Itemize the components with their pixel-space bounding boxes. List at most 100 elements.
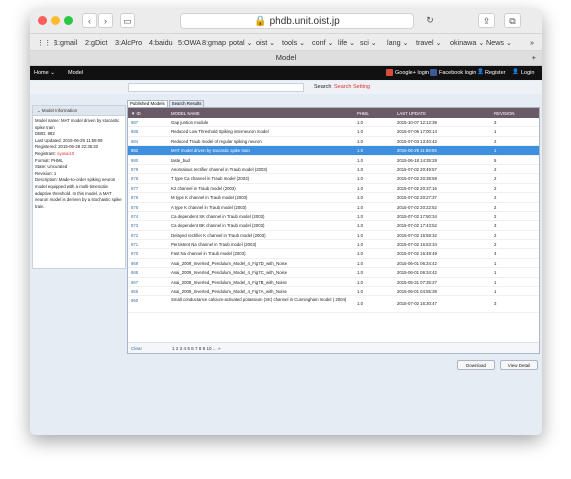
table-row[interactable]: 879 Anomalous rectifier channel in Traub … — [128, 165, 539, 175]
col-phml-header[interactable]: PHML — [357, 111, 369, 116]
table-row[interactable]: 880 taste_bud 1.0 2015-06-18 14:35:28 5 — [128, 156, 539, 165]
id-cell[interactable]: 878 — [131, 176, 138, 181]
login-link[interactable]: Login — [521, 70, 534, 76]
id-cell[interactable]: 869 — [131, 261, 138, 266]
id-cell[interactable]: 887 — [131, 120, 138, 125]
table-row[interactable]: 869 Asai_2009_Inverted_Pendulum_Model_4_F… — [128, 259, 539, 269]
table-row[interactable]: 878 T type Ca channel in Traub model (200… — [128, 174, 539, 184]
register-link[interactable]: Register — [485, 70, 505, 76]
facebook-login-link[interactable]: Facebook login — [439, 70, 476, 76]
zoom-window-button[interactable] — [64, 16, 73, 25]
id-cell[interactable]: 884 — [131, 139, 138, 144]
bookmark-item[interactable]: lang ⌄ — [387, 38, 409, 47]
col-id-header[interactable]: ▼ ID — [131, 111, 141, 116]
tab-model[interactable]: Model + — [30, 51, 542, 66]
search-input[interactable] — [128, 83, 304, 92]
table-row[interactable]: 867 Asai_2009_Inverted_Pendulum_Model_4_F… — [128, 278, 539, 288]
google-login-link[interactable]: Google+ login — [395, 70, 429, 76]
back-button[interactable]: ‹ — [82, 13, 97, 28]
revision-cell: 4 — [494, 251, 497, 257]
bookmark-item[interactable]: potal ⌄ — [229, 38, 253, 47]
bookmark-item[interactable]: tools ⌄ — [282, 38, 305, 47]
table-row[interactable]: 875 A type K channel in Traub model (2003… — [128, 203, 539, 212]
view-detail-button[interactable]: View Detail — [500, 360, 538, 370]
bookmark-item[interactable]: travel ⌄ — [416, 38, 442, 47]
id-cell[interactable]: 875 — [131, 205, 138, 210]
id-cell[interactable]: 870 — [131, 251, 138, 256]
table-row[interactable]: 885 Reduced Low Threshold Spiking interne… — [128, 127, 539, 137]
id-cell[interactable]: 872 — [131, 233, 138, 238]
bookmark-item[interactable]: 4:baidu — [149, 38, 173, 47]
col-name-header[interactable]: MODEL NAME — [171, 111, 200, 116]
table-row[interactable]: 876 M type K channel in Traub model (2003… — [128, 193, 539, 203]
id-cell[interactable]: 877 — [131, 186, 138, 191]
bookmark-item[interactable]: okinawa ⌄ — [450, 38, 484, 47]
tab-published-models[interactable]: Published Models — [127, 100, 168, 107]
name-cell: T type Ca channel in Traub model (2003) — [171, 176, 250, 182]
nav-home[interactable]: Home ⌄ — [34, 70, 55, 76]
bookmark-item[interactable]: News ⌄ — [486, 38, 512, 47]
tabs-overview-icon[interactable]: ⧉ — [504, 13, 521, 28]
id-cell[interactable]: 860 — [131, 298, 138, 303]
bookmark-item[interactable]: 3:AlcPro — [115, 38, 142, 47]
login-user-icon: 👤 — [512, 69, 519, 75]
bookmark-item[interactable]: conf ⌄ — [312, 38, 334, 47]
bookmark-item[interactable]: oist ⌄ — [256, 38, 275, 47]
clear-link[interactable]: Clear — [131, 346, 142, 351]
search-button[interactable]: Search — [314, 84, 331, 90]
id-cell[interactable]: 885 — [131, 129, 138, 134]
close-window-button[interactable] — [38, 16, 47, 25]
bookmark-item[interactable]: 1:gmail — [54, 38, 77, 47]
more-bookmarks-icon[interactable]: » — [530, 38, 534, 47]
tab-title: Model — [275, 53, 297, 62]
id-cell[interactable]: 880 — [131, 158, 138, 163]
revision-cell: 1 — [494, 279, 497, 285]
sidebar-toggle-icon[interactable]: ▭ — [120, 13, 135, 28]
id-cell[interactable]: 866 — [131, 289, 138, 294]
model-info-header[interactable]: ⌄ Model Information — [33, 106, 125, 116]
bookmark-item[interactable]: 5:OWA — [178, 38, 201, 47]
new-tab-icon[interactable]: + — [532, 51, 536, 65]
search-setting-link[interactable]: Search Setting — [334, 84, 370, 90]
id-cell[interactable]: 879 — [131, 167, 138, 172]
bookmark-item[interactable]: sci ⌄ — [360, 38, 377, 47]
download-button[interactable]: Download — [457, 360, 495, 370]
pagination[interactable]: 1 2 3 4 5 6 7 8 9 10 ... » — [172, 346, 221, 351]
name-cell: Anomalous rectifier channel in Traub mod… — [171, 166, 268, 172]
tab-search-results[interactable]: Search Results — [168, 100, 205, 107]
forward-button[interactable]: › — [98, 13, 113, 28]
table-row[interactable]: 860 Small conductance calcium-activated p… — [128, 296, 539, 314]
id-cell[interactable]: 882 — [131, 148, 138, 153]
minimize-window-button[interactable] — [51, 16, 60, 25]
id-cell[interactable]: 874 — [131, 214, 138, 219]
nav-model[interactable]: Model — [68, 70, 83, 76]
col-revision-header[interactable]: REVISION — [494, 111, 515, 116]
bookmark-item[interactable]: 2:gDict — [85, 38, 107, 47]
bookmark-item[interactable]: life ⌄ — [338, 38, 355, 47]
table-row[interactable]: 870 Fast Na channel in Traub model (2003)… — [128, 249, 539, 259]
id-cell[interactable]: 876 — [131, 195, 138, 200]
registrant-link[interactable]: oyasai10 — [57, 151, 74, 156]
reload-icon[interactable]: ↻ — [422, 13, 438, 28]
table-row[interactable]: 887 Gap juntion module 1.0 2015-10-07 12:12… — [128, 118, 539, 128]
site-nav-bar: Home ⌄ Model Google+ login Facebook logi… — [30, 66, 542, 80]
table-row[interactable]: 884 Reduced Traub model of regular spikin… — [128, 137, 539, 147]
collapse-icon[interactable]: ⌄ — [37, 108, 41, 113]
bookmark-item[interactable]: 8:gmap — [202, 38, 226, 47]
share-icon[interactable]: ⇪ — [478, 13, 495, 28]
name-cell: Small conductance calcium-activated pota… — [171, 297, 347, 303]
table-row[interactable]: 871 Persistent Na channel in Traub model … — [128, 240, 539, 250]
id-cell[interactable]: 871 — [131, 242, 138, 247]
table-row[interactable]: 877 K2 channel in Traub model (2003) 1.0 20… — [128, 184, 539, 194]
address-bar[interactable]: 🔒 phdb.unit.oist.jp — [180, 13, 414, 29]
table-row[interactable]: 868 Asai_2009_Inverted_Pendulum_Model_4_F… — [128, 268, 539, 278]
id-cell[interactable]: 873 — [131, 223, 138, 228]
table-row[interactable]: 874 Ca dependent SK channel in Traub mode… — [128, 212, 539, 222]
col-update-header[interactable]: LAST UPDATE — [397, 111, 426, 116]
table-row[interactable]: 866 Asai_2009_Inverted_Pendulum_Model_4_F… — [128, 287, 539, 297]
id-cell[interactable]: 867 — [131, 280, 138, 285]
table-row[interactable]: 872 Delayed rectifier K channel in Traub … — [128, 231, 539, 241]
table-row[interactable]: 873 Ca dependent BK channel in Traub mode… — [128, 221, 539, 231]
id-cell[interactable]: 868 — [131, 270, 138, 275]
table-row[interactable]: 882 MAT model driven by stocastic spike t… — [128, 146, 539, 156]
